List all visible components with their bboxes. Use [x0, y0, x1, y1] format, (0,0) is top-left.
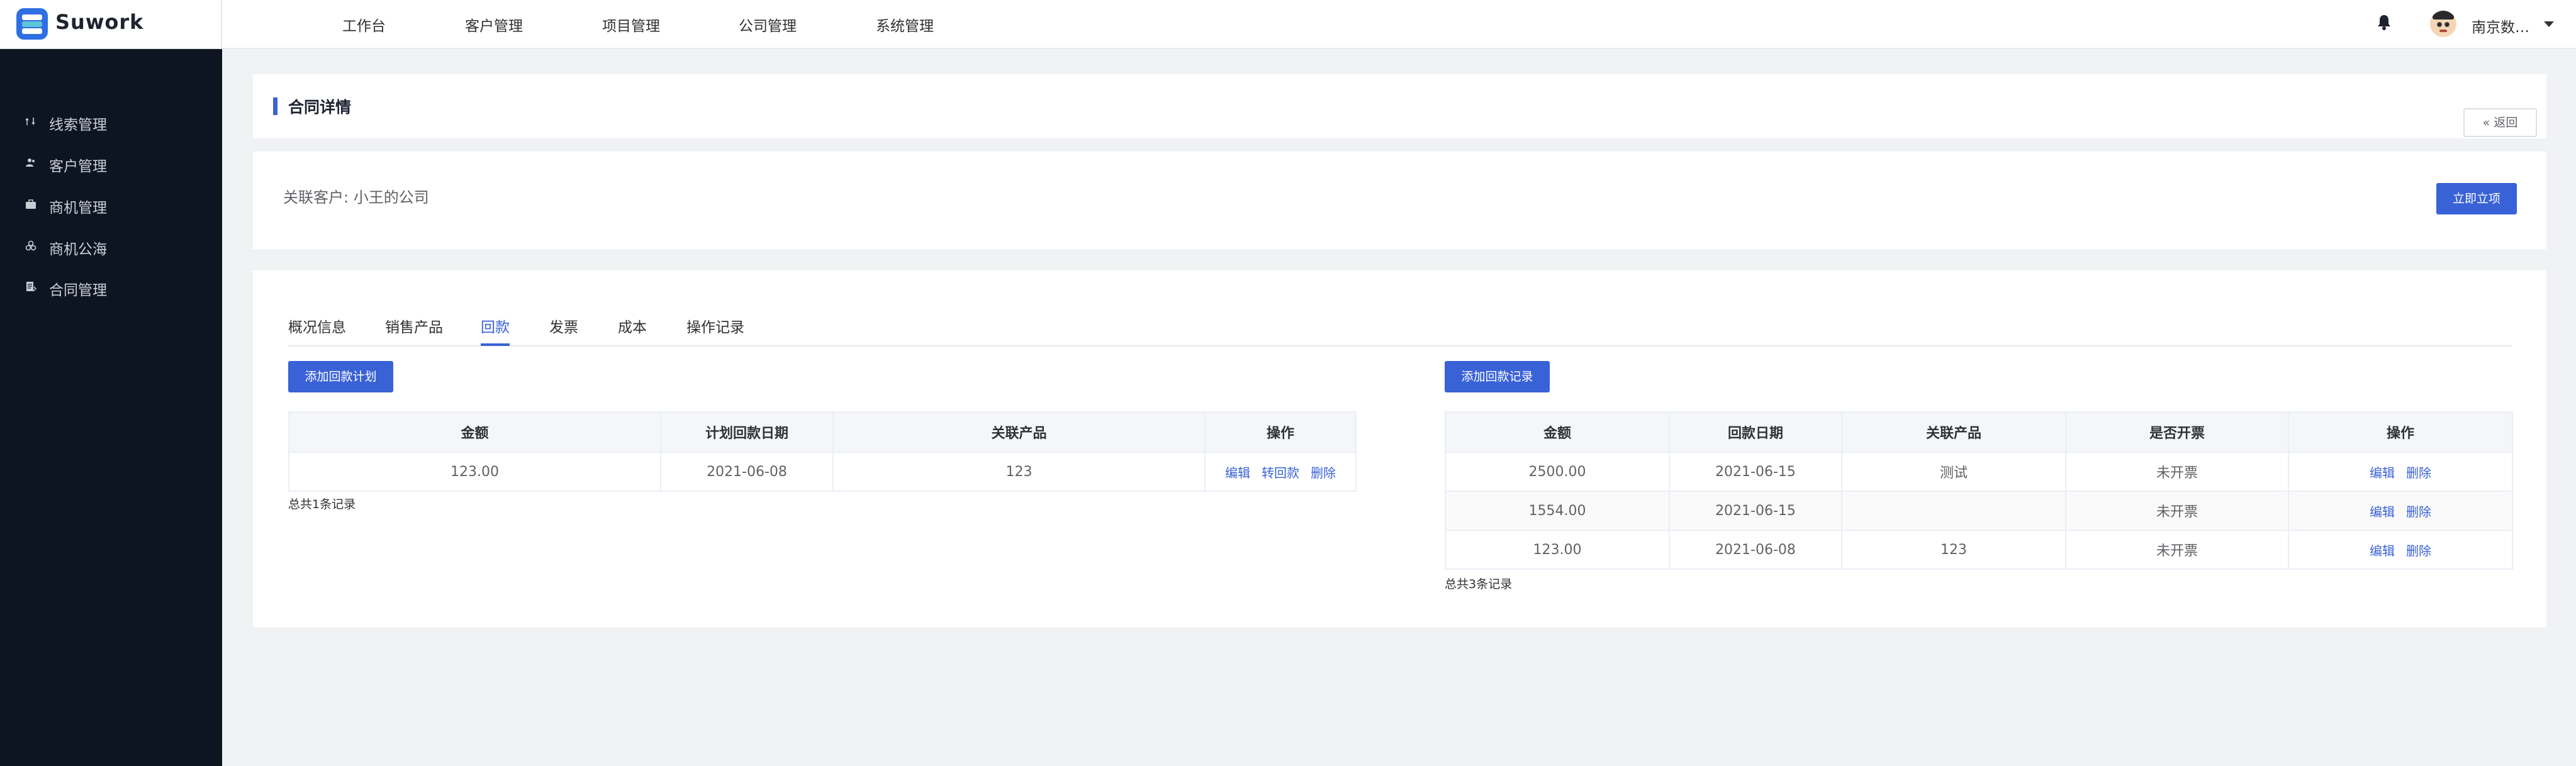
back-button-label: 返回 [2494, 116, 2518, 130]
customer-card [253, 152, 2546, 249]
column-header: 金额 [288, 411, 661, 453]
title-accent-bar [273, 97, 277, 115]
actions-cell: 编辑 删除 [2288, 491, 2513, 531]
convert-to-payment-link[interactable]: 转回款 [1262, 465, 1299, 480]
actions-cell: 编辑 转回款 删除 [1204, 452, 1357, 492]
logo-icon [16, 8, 48, 40]
column-header: 金额 [1445, 411, 1670, 453]
tab-operation-log[interactable]: 操作记录 [686, 315, 744, 336]
topnav-item-companies[interactable]: 公司管理 [739, 14, 797, 35]
plan-total-count: 总共1条记录 [288, 497, 356, 511]
delete-link[interactable]: 删除 [1311, 465, 1336, 480]
tab-overview[interactable]: 概况信息 [288, 315, 346, 336]
page-title: 合同详情 [288, 98, 352, 116]
delete-link[interactable]: 删除 [2406, 465, 2431, 480]
sidebar-item-label: 线索管理 [49, 117, 107, 133]
product-cell: 123 [832, 452, 1206, 492]
edit-link[interactable]: 编辑 [1225, 465, 1250, 480]
date-cell: 2021-06-15 [1669, 452, 1842, 492]
page-header-card [253, 74, 2546, 138]
record-total-count: 总共3条记录 [1445, 577, 1513, 591]
date-cell: 2021-06-08 [1669, 530, 1842, 570]
tab-divider [288, 345, 2512, 347]
column-header: 操作 [1204, 411, 1357, 453]
double-chevron-left-icon: « [2482, 116, 2494, 130]
contract-icon [26, 282, 36, 292]
approve-button[interactable]: 立即立项 [2436, 183, 2517, 214]
related-customer: 关联客户: 小王的公司 [283, 189, 429, 206]
edit-link[interactable]: 编辑 [2370, 465, 2395, 480]
product-cell: 123 [1841, 530, 2066, 570]
column-header: 关联产品 [832, 411, 1206, 453]
table-row: 2500.00 2021-06-15 测试 未开票 编辑 删除 [1445, 452, 2513, 492]
topnav-item-projects[interactable]: 项目管理 [602, 14, 660, 35]
topnav-item-customers[interactable]: 客户管理 [465, 14, 523, 35]
app-name: Suwork [55, 10, 144, 34]
sidebar-item-label: 商机公海 [49, 241, 107, 258]
product-cell: 测试 [1841, 452, 2066, 492]
table-row: 123.00 2021-06-08 123 编辑 转回款 删除 [288, 452, 1357, 492]
tab-products[interactable]: 销售产品 [385, 315, 443, 336]
sidebar-item-label: 商机管理 [49, 200, 107, 216]
pool-icon [25, 240, 36, 251]
edit-link[interactable]: 编辑 [2370, 543, 2395, 558]
actions-cell: 编辑 删除 [2288, 452, 2513, 492]
tab-invoices[interactable]: 发票 [549, 315, 578, 336]
invoice-status-cell: 未开票 [2065, 452, 2289, 492]
amount-cell: 2500.00 [1445, 452, 1670, 492]
table-header-row: 金额 计划回款日期 关联产品 操作 [288, 411, 1357, 453]
invoice-status-cell: 未开票 [2065, 491, 2289, 531]
payment-plan-table: 金额 计划回款日期 关联产品 操作 123.00 2021-06-08 123 … [288, 411, 1357, 492]
sidebar-item-label: 客户管理 [49, 158, 107, 175]
edit-link[interactable]: 编辑 [2370, 504, 2395, 519]
table-row: 1554.00 2021-06-15 未开票 编辑 删除 [1445, 491, 2513, 531]
sidebar-item-label: 合同管理 [49, 282, 107, 299]
bell-icon[interactable] [2377, 14, 2391, 30]
amount-cell: 1554.00 [1445, 491, 1670, 531]
topnav-item-system[interactable]: 系统管理 [876, 14, 934, 35]
actions-cell: 编辑 删除 [2288, 530, 2513, 570]
briefcase-icon [26, 199, 36, 209]
date-cell: 2021-06-08 [660, 452, 834, 492]
active-tab-indicator [481, 343, 510, 346]
delete-link[interactable]: 删除 [2406, 504, 2431, 519]
logo-area[interactable]: Suwork [0, 0, 222, 49]
add-payment-record-button[interactable]: 添加回款记录 [1445, 361, 1550, 392]
column-header: 计划回款日期 [660, 411, 834, 453]
amount-cell: 123.00 [288, 452, 661, 492]
delete-link[interactable]: 删除 [2406, 543, 2431, 558]
column-header: 回款日期 [1669, 411, 1842, 453]
back-button[interactable]: « 返回 [2463, 108, 2537, 137]
product-cell [1841, 491, 2066, 531]
topnav-item-workbench[interactable]: 工作台 [342, 14, 386, 35]
column-header: 关联产品 [1841, 411, 2066, 453]
column-header: 操作 [2288, 411, 2513, 453]
top-bar: Suwork 工作台 客户管理 项目管理 公司管理 系统管理 南京数… [0, 0, 2576, 49]
tab-payments[interactable]: 回款 [481, 315, 510, 336]
amount-cell: 123.00 [1445, 530, 1670, 570]
clue-icon [25, 118, 35, 125]
tab-costs[interactable]: 成本 [618, 315, 647, 336]
add-payment-plan-button[interactable]: 添加回款计划 [288, 361, 393, 392]
avatar[interactable] [2430, 11, 2456, 37]
column-header: 是否开票 [2065, 411, 2289, 453]
date-cell: 2021-06-15 [1669, 491, 1842, 531]
user-name[interactable]: 南京数… [2472, 15, 2529, 36]
table-header-row: 金额 回款日期 关联产品 是否开票 操作 [1445, 411, 2513, 453]
customer-icon [26, 158, 35, 167]
table-row: 123.00 2021-06-08 123 未开票 编辑 删除 [1445, 530, 2513, 570]
chevron-down-icon[interactable] [2544, 21, 2554, 27]
sidebar: 线索管理 客户管理 商机管理 商机公海 合同管理 [0, 49, 222, 766]
invoice-status-cell: 未开票 [2065, 530, 2289, 570]
payment-record-table: 金额 回款日期 关联产品 是否开票 操作 2500.00 2021-06-15 … [1445, 411, 2513, 570]
